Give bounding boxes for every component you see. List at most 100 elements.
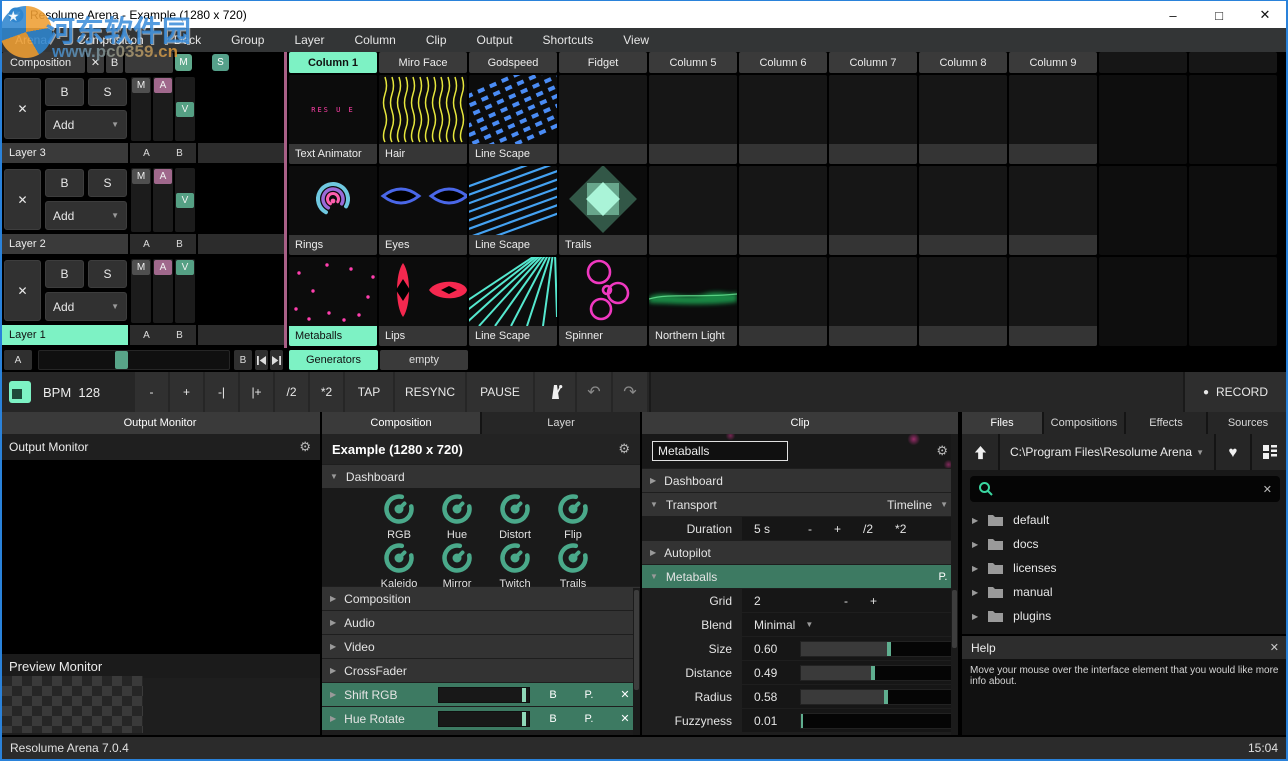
folder-plugins[interactable]: ▶ plugins <box>962 604 1288 628</box>
composition-bypass-button[interactable]: B <box>106 52 123 73</box>
column-tab-2[interactable]: Miro Face <box>379 52 467 73</box>
layer-clear-button[interactable]: ✕ <box>4 78 41 139</box>
audio-toggle[interactable]: A <box>154 169 172 184</box>
close-help-icon[interactable]: ✕ <box>1270 641 1279 654</box>
close-button[interactable]: ✕ <box>1242 1 1288 29</box>
fuzzyness-value[interactable]: 0.01 <box>742 714 800 728</box>
layer-clear-button[interactable]: ✕ <box>4 169 41 230</box>
clip-lips[interactable]: Lips <box>379 257 467 346</box>
grid-value[interactable]: 2 <box>742 594 800 608</box>
section-composition[interactable]: ▶Composition <box>322 587 640 610</box>
distance-slider[interactable] <box>800 665 952 681</box>
gear-icon[interactable]: ⚙ <box>299 439 311 455</box>
effect-params-button[interactable]: P. <box>576 707 602 730</box>
dashboard-knob-distort[interactable]: Distort <box>486 492 544 541</box>
crossfader-b-button[interactable]: B <box>234 350 252 370</box>
column-tab-6[interactable]: Column 6 <box>739 52 827 73</box>
clip-hair[interactable]: Hair <box>379 75 467 164</box>
size-slider[interactable] <box>800 641 952 657</box>
mute-toggle[interactable]: M <box>132 78 150 93</box>
video-toggle[interactable]: V <box>176 193 194 208</box>
column-tab-7[interactable]: Column 7 <box>829 52 917 73</box>
layer-bypass-button[interactable]: B <box>45 260 84 288</box>
clip-slot-empty[interactable] <box>649 166 737 255</box>
tab-sources[interactable]: Sources <box>1208 412 1288 434</box>
clip-slot-empty[interactable] <box>829 75 917 164</box>
clip-slot-empty[interactable] <box>919 257 1007 346</box>
tab-compositions[interactable]: Compositions <box>1044 412 1124 434</box>
effect-bypass-button[interactable]: B <box>540 707 566 730</box>
tab-files[interactable]: Files <box>962 412 1042 434</box>
duration-halve-button[interactable]: /2 <box>863 522 873 536</box>
view-mode-button[interactable] <box>1250 434 1288 470</box>
clip-slot-empty[interactable] <box>649 75 737 164</box>
tab-composition[interactable]: Composition <box>322 412 480 434</box>
layer-name[interactable]: Layer 3 <box>2 143 128 163</box>
tab-clip[interactable]: Clip <box>642 412 958 434</box>
minimize-button[interactable]: – <box>1150 1 1196 29</box>
clip-text-animator[interactable]: RES U E Text Animator <box>289 75 377 164</box>
clip-spinner[interactable]: Spinner <box>559 257 647 346</box>
clip-section-transport[interactable]: ▼ Transport Timeline▼ <box>642 493 958 516</box>
master-chip[interactable]: M <box>175 54 192 71</box>
duration-double-button[interactable]: *2 <box>895 522 906 536</box>
resync-button[interactable]: RESYNC <box>395 372 465 412</box>
fuzzyness-slider[interactable] <box>800 713 952 729</box>
layer-solo-button[interactable]: S <box>88 169 127 197</box>
tab-effects[interactable]: Effects <box>1126 412 1206 434</box>
column-tab-5[interactable]: Column 5 <box>649 52 737 73</box>
audio-toggle[interactable]: A <box>154 260 172 275</box>
clip-section-dashboard[interactable]: ▶Dashboard <box>642 469 958 492</box>
bpm-display[interactable]: BPM 128 <box>43 385 135 400</box>
next-column-button[interactable] <box>270 350 283 370</box>
column-tab-8[interactable]: Column 8 <box>919 52 1007 73</box>
crossfade-a-assign[interactable]: A <box>143 148 150 159</box>
clip-metaballs[interactable]: Metaballs <box>289 257 377 346</box>
deck-tab-generators[interactable]: Generators <box>289 350 378 370</box>
tab-layer[interactable]: Layer <box>482 412 640 434</box>
blend-dropdown[interactable]: Minimal <box>742 618 795 632</box>
video-toggle[interactable]: V <box>176 260 194 275</box>
menu-arena[interactable]: Arena <box>0 28 62 52</box>
composition-trigger-button[interactable]: Composition <box>2 52 85 73</box>
clip-effect-metaballs[interactable]: ▼ Metaballs P. <box>642 565 958 588</box>
column-tab-3[interactable]: Godspeed <box>469 52 557 73</box>
distance-value[interactable]: 0.49 <box>742 666 800 680</box>
column-tab-4[interactable]: Fidget <box>559 52 647 73</box>
gear-icon[interactable]: ⚙ <box>618 441 630 457</box>
bpm-double-button[interactable]: *2 <box>310 372 343 412</box>
effect-opacity-slider[interactable] <box>438 711 530 727</box>
size-value[interactable]: 0.60 <box>742 642 800 656</box>
menu-layer[interactable]: Layer <box>279 28 339 52</box>
folder-manual[interactable]: ▶ manual <box>962 580 1288 604</box>
layer-bypass-button[interactable]: B <box>45 78 84 106</box>
audio-toggle[interactable]: A <box>154 78 172 93</box>
redo-button[interactable]: ↷ <box>613 372 647 412</box>
layer-clear-button[interactable]: ✕ <box>4 260 41 321</box>
clip-slot-empty[interactable] <box>559 75 647 164</box>
folder-up-button[interactable] <box>962 434 1000 470</box>
section-crossfader[interactable]: ▶CrossFader <box>322 659 640 682</box>
folder-default[interactable]: ▶ default <box>962 508 1288 532</box>
duration-decrease-button[interactable]: - <box>808 522 812 536</box>
layer-blend-dropdown[interactable]: Add▼ <box>45 110 127 139</box>
section-dashboard[interactable]: ▼ Dashboard <box>322 465 640 488</box>
grid-increase-button[interactable]: + <box>870 594 877 608</box>
clip-slot-empty[interactable] <box>1009 75 1097 164</box>
column-tab-1[interactable]: Column 1 <box>289 52 377 73</box>
clip-slot-empty[interactable] <box>829 166 917 255</box>
composition-active-icon[interactable] <box>9 381 31 403</box>
record-button[interactable]: ● RECORD <box>1185 372 1286 412</box>
clip-northern-light[interactable]: Northern Light <box>649 257 737 346</box>
crossfade-a-assign[interactable]: A <box>143 239 150 250</box>
crossfade-a-assign[interactable]: A <box>143 330 150 341</box>
deck-tab-empty[interactable]: empty <box>380 350 468 370</box>
nudge-down-button[interactable]: -| <box>205 372 238 412</box>
mute-toggle[interactable]: M <box>132 169 150 184</box>
clip-line-scape-2[interactable]: Line Scape <box>469 166 557 255</box>
menu-output[interactable]: Output <box>462 28 528 52</box>
bpm-increase-button[interactable]: + <box>170 372 203 412</box>
bpm-halve-button[interactable]: /2 <box>275 372 308 412</box>
undo-button[interactable]: ↶ <box>577 372 611 412</box>
search-input[interactable] <box>1001 481 1263 497</box>
